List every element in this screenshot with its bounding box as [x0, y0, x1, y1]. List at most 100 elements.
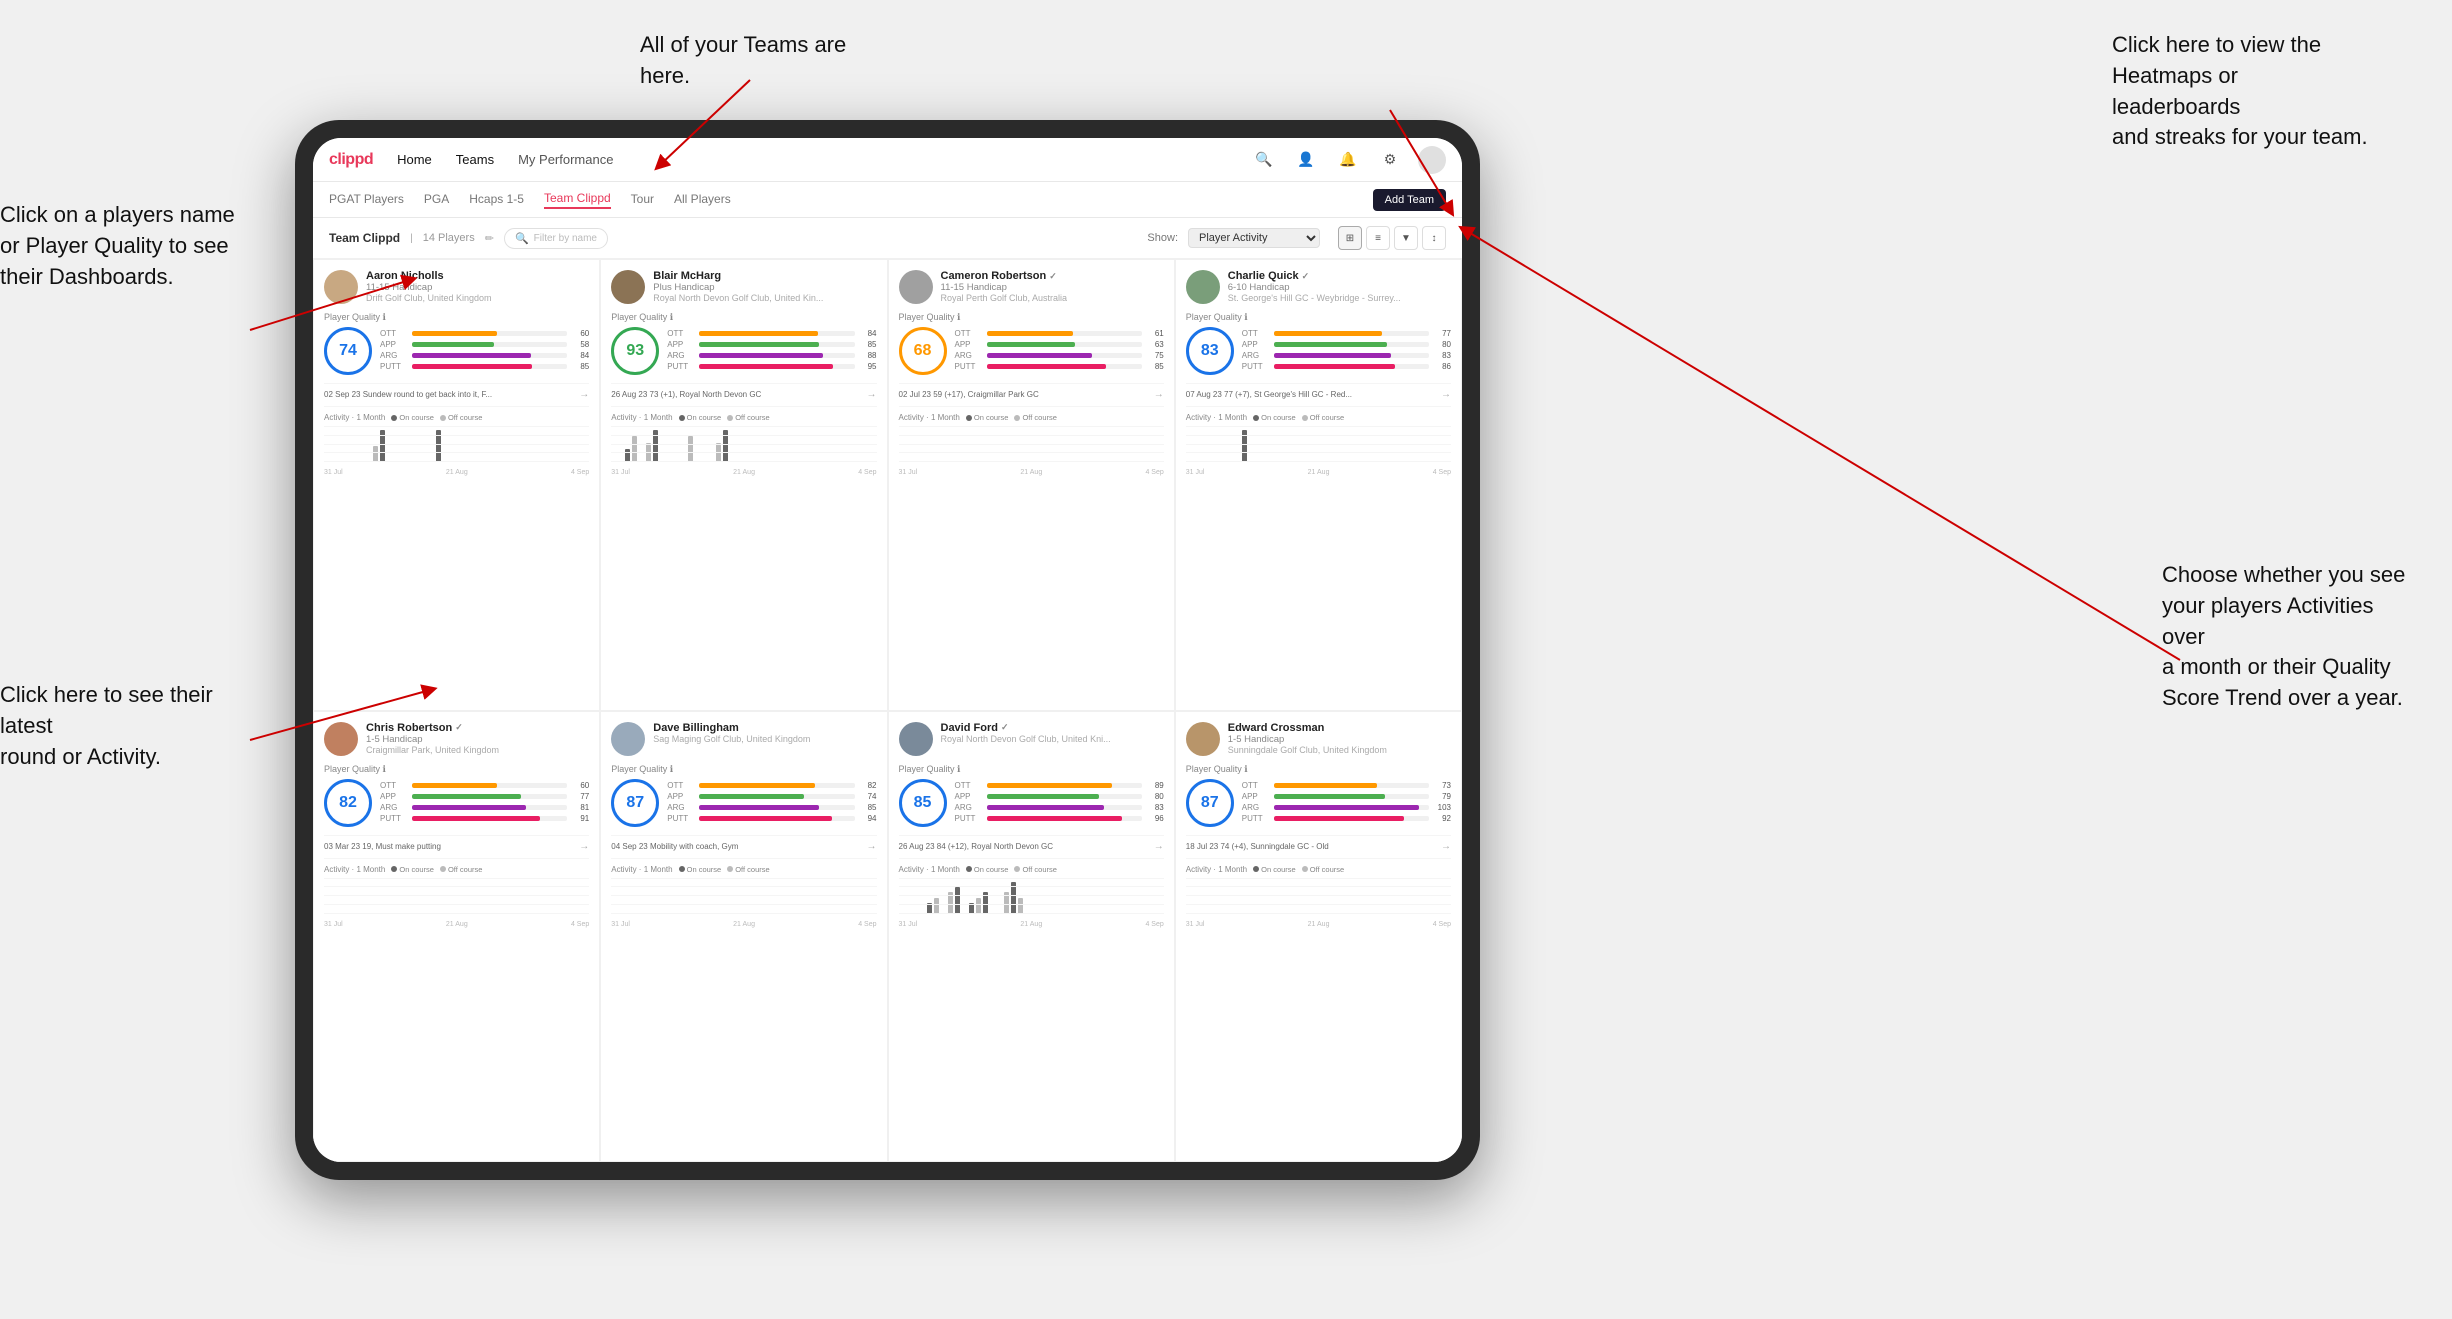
quality-section[interactable]: 87 OTT 82 APP 74 — [611, 779, 876, 827]
nav-home[interactable]: Home — [397, 152, 432, 167]
player-name[interactable]: Chris Robertson✓ — [366, 722, 589, 734]
off-course-label: Off course — [735, 413, 769, 422]
player-name[interactable]: Edward Crossman — [1228, 722, 1451, 734]
quality-section[interactable]: 74 OTT 60 APP 58 — [324, 327, 589, 375]
player-card[interactable]: Dave Billingham Sag Maging Golf Club, Un… — [600, 711, 887, 1163]
chart-title: Activity · 1 Month — [1186, 865, 1247, 874]
stat-row-app: APP 77 — [380, 792, 589, 801]
settings-icon[interactable]: ⚙ — [1376, 146, 1404, 174]
off-course-label: Off course — [1022, 865, 1056, 874]
latest-activity[interactable]: 04 Sep 23 Mobility with coach, Gym → — [611, 835, 876, 852]
quality-section[interactable]: 68 OTT 61 APP 63 — [899, 327, 1164, 375]
latest-activity[interactable]: 26 Aug 23 84 (+12), Royal North Devon GC… — [899, 835, 1164, 852]
filter-button[interactable]: ▼ — [1394, 226, 1418, 250]
stat-row-ott: OTT 84 — [667, 329, 876, 338]
sub-nav-team-clippd[interactable]: Team Clippd — [544, 191, 611, 209]
legend-off-course: Off course — [727, 413, 769, 422]
latest-activity[interactable]: 26 Aug 23 73 (+1), Royal North Devon GC … — [611, 383, 876, 400]
activity-arrow[interactable]: → — [1154, 841, 1164, 852]
activity-arrow[interactable]: → — [1154, 389, 1164, 400]
sub-nav-all-players[interactable]: All Players — [674, 192, 731, 208]
stat-value: 60 — [571, 329, 589, 338]
player-name[interactable]: Aaron Nicholls — [366, 270, 589, 282]
score-circle[interactable]: 68 — [899, 327, 947, 375]
search-icon[interactable]: 🔍 — [1250, 146, 1278, 174]
player-card[interactable]: Cameron Robertson✓ 11-15 Handicap Royal … — [888, 259, 1175, 711]
activity-arrow[interactable]: → — [867, 841, 877, 852]
sub-nav-pga[interactable]: PGA — [424, 192, 449, 208]
chart-grid — [1186, 878, 1451, 914]
stat-label: APP — [380, 340, 408, 349]
latest-activity[interactable]: 07 Aug 23 77 (+7), St George's Hill GC -… — [1186, 383, 1451, 400]
stat-value: 83 — [1146, 803, 1164, 812]
nav-teams[interactable]: Teams — [456, 152, 494, 167]
sub-nav-hcaps[interactable]: Hcaps 1-5 — [469, 192, 524, 208]
activity-arrow[interactable]: → — [579, 389, 589, 400]
player-info: Charlie Quick✓ 6-10 Handicap St. George'… — [1228, 270, 1451, 303]
stat-bar-bg — [987, 353, 1142, 358]
activity-text: 02 Jul 23 59 (+17), Craigmillar Park GC — [899, 390, 1039, 399]
stat-bar-bg — [699, 794, 854, 799]
on-course-dot — [966, 415, 972, 421]
player-card[interactable]: Chris Robertson✓ 1-5 Handicap Craigmilla… — [313, 711, 600, 1163]
profile-icon[interactable]: 👤 — [1292, 146, 1320, 174]
player-grid: Aaron Nicholls 11-15 Handicap Drift Golf… — [313, 259, 1462, 1162]
player-name[interactable]: Cameron Robertson✓ — [941, 270, 1164, 282]
latest-activity[interactable]: 03 Mar 23 19, Must make putting → — [324, 835, 589, 852]
activity-arrow[interactable]: → — [1441, 841, 1451, 852]
score-circle[interactable]: 93 — [611, 327, 659, 375]
show-select[interactable]: Player Activity Quality Score Trend — [1188, 228, 1320, 248]
user-avatar[interactable] — [1418, 146, 1446, 174]
stat-row-arg: ARG 83 — [1242, 351, 1451, 360]
player-card[interactable]: Edward Crossman 1-5 Handicap Sunningdale… — [1175, 711, 1462, 1163]
latest-activity[interactable]: 02 Jul 23 59 (+17), Craigmillar Park GC … — [899, 383, 1164, 400]
latest-activity[interactable]: 02 Sep 23 Sundew round to get back into … — [324, 383, 589, 400]
quality-section[interactable]: 93 OTT 84 APP 85 — [611, 327, 876, 375]
chart-title: Activity · 1 Month — [324, 413, 385, 422]
quality-section[interactable]: 82 OTT 60 APP 77 — [324, 779, 589, 827]
legend-on-course: On course — [1253, 865, 1296, 874]
search-box[interactable]: 🔍 Filter by name — [504, 228, 608, 249]
chart-bar — [716, 443, 721, 462]
score-circle[interactable]: 85 — [899, 779, 947, 827]
activity-text: 26 Aug 23 84 (+12), Royal North Devon GC — [899, 842, 1054, 851]
latest-activity[interactable]: 18 Jul 23 74 (+4), Sunningdale GC - Old … — [1186, 835, 1451, 852]
quality-section[interactable]: 85 OTT 89 APP 80 — [899, 779, 1164, 827]
player-name[interactable]: Dave Billingham — [653, 722, 876, 734]
sub-nav-pgat[interactable]: PGAT Players — [329, 192, 404, 208]
score-circle[interactable]: 82 — [324, 779, 372, 827]
nav-my-performance[interactable]: My Performance — [518, 152, 613, 167]
player-name[interactable]: David Ford✓ — [941, 722, 1164, 734]
activity-arrow[interactable]: → — [867, 389, 877, 400]
stat-bar-bg — [699, 805, 854, 810]
quality-section[interactable]: 83 OTT 77 APP 80 — [1186, 327, 1451, 375]
stat-bar-bg — [987, 331, 1142, 336]
player-name[interactable]: Charlie Quick✓ — [1228, 270, 1451, 282]
list-view-button[interactable]: ≡ — [1366, 226, 1390, 250]
player-name[interactable]: Blair McHarg — [653, 270, 876, 282]
stat-bar-bg — [699, 331, 854, 336]
player-card[interactable]: Blair McHarg Plus Handicap Royal North D… — [600, 259, 887, 711]
sort-button[interactable]: ↕ — [1422, 226, 1446, 250]
activity-text: 26 Aug 23 73 (+1), Royal North Devon GC — [611, 390, 761, 399]
edit-icon[interactable]: ✏ — [485, 232, 494, 245]
stat-bar-bg — [1274, 342, 1429, 347]
chart-header: Activity · 1 Month On course Off course — [899, 865, 1164, 874]
score-circle[interactable]: 83 — [1186, 327, 1234, 375]
player-card[interactable]: Charlie Quick✓ 6-10 Handicap St. George'… — [1175, 259, 1462, 711]
player-card[interactable]: Aaron Nicholls 11-15 Handicap Drift Golf… — [313, 259, 600, 711]
stat-bar-fill — [699, 805, 819, 810]
grid-view-button[interactable]: ⊞ — [1338, 226, 1362, 250]
activity-arrow[interactable]: → — [1441, 389, 1451, 400]
player-card[interactable]: David Ford✓ Royal North Devon Golf Club,… — [888, 711, 1175, 1163]
activity-arrow[interactable]: → — [579, 841, 589, 852]
chart-legend: On course Off course — [391, 413, 482, 422]
sub-nav-tour[interactable]: Tour — [631, 192, 654, 208]
bell-icon[interactable]: 🔔 — [1334, 146, 1362, 174]
score-circle[interactable]: 87 — [611, 779, 659, 827]
score-circle[interactable]: 87 — [1186, 779, 1234, 827]
score-circle[interactable]: 74 — [324, 327, 372, 375]
add-team-button[interactable]: Add Team — [1373, 189, 1446, 211]
quality-section[interactable]: 87 OTT 73 APP 79 — [1186, 779, 1451, 827]
quality-label: Player Quality ℹ — [611, 312, 876, 323]
